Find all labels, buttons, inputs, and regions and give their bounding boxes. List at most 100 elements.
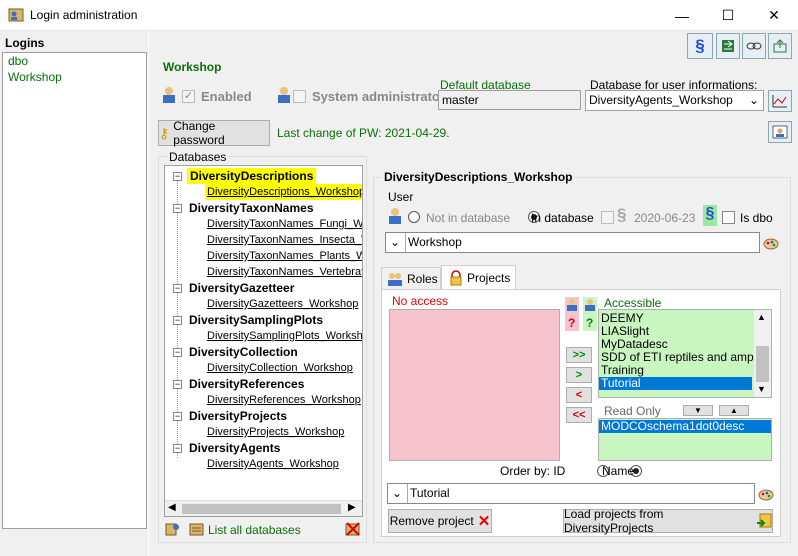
readonly-up-button[interactable]: ▲ xyxy=(719,405,749,416)
scroll-up-icon[interactable]: ▲ xyxy=(757,312,766,322)
project-select[interactable]: ⌄ Tutorial xyxy=(387,483,755,504)
tree-node-agents[interactable]: DiversityAgents xyxy=(189,440,280,456)
list-item-selected[interactable]: MODCOschema1dot0desc xyxy=(599,420,771,433)
user-icon xyxy=(161,86,177,104)
collapse-icon[interactable]: − xyxy=(173,204,182,213)
close-button[interactable]: ✕ xyxy=(751,0,797,31)
tree-child[interactable]: DiversityTaxonNames_Insecta_W xyxy=(207,232,362,248)
move-all-right-button[interactable]: >> xyxy=(566,347,592,363)
not-in-db-radio[interactable] xyxy=(408,211,420,223)
accessible-list[interactable]: DEEMY LIASlight MyDatadesc SDD of ETI re… xyxy=(598,309,772,398)
tree-child[interactable]: DiversityCollection_Workshop xyxy=(207,360,353,376)
scroll-left-icon[interactable]: ◀ xyxy=(168,502,176,513)
change-password-label: Change password xyxy=(173,119,225,147)
tree-node-projects[interactable]: DiversityProjects xyxy=(189,408,287,424)
tree-node-collection[interactable]: DiversityCollection xyxy=(189,344,298,360)
sysadmin-checkbox[interactable] xyxy=(293,90,306,103)
user-select[interactable]: ⌄ Workshop xyxy=(385,232,760,253)
tree-child[interactable]: DiversityReferences_Workshop xyxy=(207,392,361,408)
chevron-down-icon: ⌄ xyxy=(748,93,759,107)
databases-tree[interactable]: − DiversityDescriptions DiversityDescrip… xyxy=(164,165,363,517)
is-dbo-label: Is dbo xyxy=(740,211,773,225)
userinfo-db-value: DiversityAgents_Workshop xyxy=(589,93,733,107)
tree-node-references[interactable]: DiversityReferences xyxy=(189,376,304,392)
tree-node-taxonnames[interactable]: DiversityTaxonNames xyxy=(189,200,314,216)
not-in-db-label: Not in database xyxy=(426,211,511,225)
transfer-icon[interactable] xyxy=(716,33,740,59)
collapse-icon[interactable]: − xyxy=(173,172,182,181)
tree-child[interactable]: DiversityGazetteers_Workshop xyxy=(207,296,358,312)
move-all-left-button[interactable]: << xyxy=(566,407,592,423)
collapse-icon[interactable]: − xyxy=(173,316,182,325)
tree-node-gazetteer[interactable]: DiversityGazetteer xyxy=(189,280,294,296)
paragraph-gray-icon: § xyxy=(617,205,627,224)
collapse-icon[interactable]: − xyxy=(173,348,182,357)
paragraph-icon[interactable]: § xyxy=(687,33,713,59)
scrollbar-thumb[interactable] xyxy=(756,346,769,382)
userinfo-db-select[interactable]: DiversityAgents_Workshop ⌄ xyxy=(585,90,764,111)
maximize-button[interactable]: ☐ xyxy=(705,0,751,31)
databases-label: Databases xyxy=(167,150,229,164)
load-projects-label: Load projects from DiversityProjects xyxy=(564,507,664,535)
chart-icon[interactable] xyxy=(768,90,792,112)
is-dbo-checkbox[interactable] xyxy=(722,211,735,224)
tab-projects[interactable]: Projects xyxy=(441,265,516,290)
list-all-databases-link[interactable]: List all databases xyxy=(208,523,301,537)
accessible-label: Accessible xyxy=(604,296,662,310)
project-palette-icon[interactable] xyxy=(758,486,774,502)
load-projects-button[interactable]: Load projects from DiversityProjects xyxy=(563,507,773,535)
tab-roles-label: Roles xyxy=(407,271,438,286)
collapse-icon[interactable]: − xyxy=(173,444,182,453)
export-icon[interactable] xyxy=(768,33,792,59)
tree-child[interactable]: DiversityProjects_Workshop xyxy=(207,424,344,440)
tree-child[interactable]: DiversityTaxonNames_Plants_Wo xyxy=(207,248,362,264)
scrollbar-thumb[interactable] xyxy=(182,504,341,514)
enabled-checkbox[interactable]: ✓ xyxy=(182,90,195,103)
no-access-user-icon: ? xyxy=(565,297,579,331)
login-name-heading: Workshop xyxy=(163,60,222,74)
list-item-selected[interactable]: Tutorial xyxy=(599,377,752,390)
collapse-icon[interactable]: − xyxy=(173,284,182,293)
tree-child[interactable]: DiversityTaxonNames_Vertebrat xyxy=(207,264,362,280)
move-left-button[interactable]: < xyxy=(566,387,592,403)
link-icon[interactable] xyxy=(742,33,766,59)
remove-project-button[interactable]: Remove project ✕ xyxy=(388,509,492,533)
user-value: Workshop xyxy=(408,235,462,249)
collapse-icon[interactable]: − xyxy=(173,380,182,389)
date-checkbox[interactable] xyxy=(601,211,614,224)
collapse-icon[interactable]: − xyxy=(173,412,182,421)
change-password-button[interactable]: ⚷ Change password xyxy=(158,119,270,147)
scroll-right-icon[interactable]: ▶ xyxy=(348,502,356,513)
select-divider xyxy=(407,484,408,503)
no-access-list[interactable] xyxy=(389,309,560,461)
roles-icon xyxy=(387,272,403,286)
readonly-down-button[interactable]: ▼ xyxy=(683,405,713,416)
default-db-field[interactable]: master xyxy=(438,90,581,110)
login-item[interactable]: Workshop xyxy=(3,69,146,85)
readonly-list[interactable]: MODCOschema1dot0desc xyxy=(598,418,772,461)
user-label: User xyxy=(388,190,414,204)
horizontal-scrollbar[interactable]: ◀ ▶ xyxy=(165,500,362,516)
tree-child[interactable]: DiversityDescriptions_Workshop xyxy=(205,184,362,200)
last-change-text: Last change of PW: 2021-04-29. xyxy=(277,126,450,140)
palette-icon[interactable] xyxy=(763,235,779,251)
delete-icon[interactable] xyxy=(345,521,361,537)
minimize-button[interactable]: — xyxy=(659,0,705,31)
logins-list[interactable]: dbo Workshop xyxy=(2,52,147,529)
tab-roles[interactable]: Roles xyxy=(381,267,441,289)
user-card-icon[interactable] xyxy=(768,121,792,143)
readonly-label: Read Only xyxy=(604,404,661,418)
vertical-scrollbar[interactable]: ▲ ▼ xyxy=(754,310,771,397)
move-right-button[interactable]: > xyxy=(566,367,592,383)
enabled-label: Enabled xyxy=(201,89,252,104)
tree-child[interactable]: DiversitySamplingPlots_Workshop xyxy=(207,328,362,344)
login-item[interactable]: dbo xyxy=(3,53,146,69)
scroll-down-icon[interactable]: ▼ xyxy=(757,384,766,394)
tree-node-samplingplots[interactable]: DiversitySamplingPlots xyxy=(189,312,323,328)
list-all-db-icon[interactable] xyxy=(189,521,205,537)
tree-child[interactable]: DiversityAgents_Workshop xyxy=(207,456,339,472)
tree-node-descriptions[interactable]: DiversityDescriptions xyxy=(187,168,317,184)
svg-text:?: ? xyxy=(568,316,575,330)
red-x-icon: ✕ xyxy=(477,513,491,530)
tree-child[interactable]: DiversityTaxonNames_Fungi_Wo xyxy=(207,216,362,232)
